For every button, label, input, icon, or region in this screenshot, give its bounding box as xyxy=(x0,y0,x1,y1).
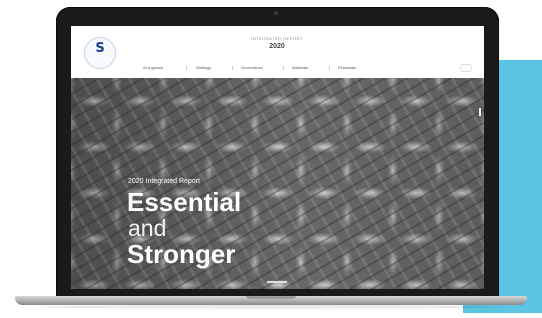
hero-title-line2: and xyxy=(128,215,167,241)
hero-kicker: 2020 Integrated Report xyxy=(128,178,200,185)
nav-item-financials[interactable]: Financials xyxy=(338,65,356,71)
laptop-screen: S INTEGRATED REPORT 2020 At a glance Str… xyxy=(71,26,484,289)
hero-title-line3: Stronger xyxy=(127,239,236,269)
logo-letter: S xyxy=(95,41,105,56)
nav-item-strategy[interactable]: Strategy xyxy=(196,65,211,71)
camera-icon xyxy=(274,11,278,15)
hero-title-line1: Essential xyxy=(127,187,242,217)
main-nav: At a glance Strategy Governance Material… xyxy=(71,65,484,73)
header-year: 2020 xyxy=(269,43,285,50)
hero-banner: 2020 Integrated Report Essential and Str… xyxy=(71,78,484,289)
laptop-shadow xyxy=(40,305,502,309)
nav-separator xyxy=(186,66,187,70)
side-scroll-marker xyxy=(479,108,481,116)
nav-item-materials[interactable]: Materials xyxy=(292,65,308,71)
nav-separator xyxy=(283,66,284,70)
laptop-base-notch xyxy=(246,296,296,299)
nav-item-governance[interactable]: Governance xyxy=(241,65,263,71)
nav-separator xyxy=(329,66,330,70)
laptop-mockup-scene: S INTEGRATED REPORT 2020 At a glance Str… xyxy=(0,0,542,318)
site-header: S INTEGRATED REPORT 2020 At a glance Str… xyxy=(71,26,484,78)
header-kicker: INTEGRATED REPORT xyxy=(251,36,303,41)
nav-item-at-a-glance[interactable]: At a glance xyxy=(143,65,163,71)
nav-separator xyxy=(232,66,233,70)
search-icon[interactable] xyxy=(460,64,472,72)
scroll-indicator[interactable] xyxy=(267,281,287,283)
